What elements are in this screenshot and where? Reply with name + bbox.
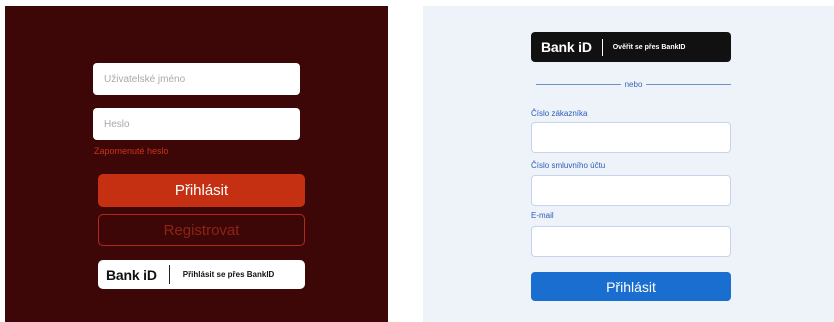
email-label: E-mail	[531, 211, 554, 220]
login-button[interactable]: Přihlásit	[531, 272, 731, 301]
light-login-panel: Bank iD Ověřit se přes BankID nebo Číslo…	[423, 6, 834, 322]
bankid-login-button[interactable]: Bank iD Přihlásit se přes BankID	[98, 260, 305, 289]
customer-number-input[interactable]	[531, 122, 731, 153]
bankid-verify-button[interactable]: Bank iD Ověřit se přes BankID	[531, 32, 731, 62]
bankid-logo: Bank iD	[541, 39, 592, 55]
separator-line-right	[646, 83, 732, 85]
bankid-divider	[168, 265, 170, 284]
password-placeholder: Heslo	[104, 118, 130, 130]
bankid-verify-label: Ověřit se přes BankID	[612, 43, 686, 51]
bankid-logo: Bank iD	[106, 266, 157, 283]
page: Uživatelské jméno Heslo Zapomenuté heslo…	[0, 0, 834, 322]
email-input[interactable]	[531, 226, 731, 257]
forgot-password-link[interactable]: Zapomenuté heslo	[94, 146, 169, 156]
separator-line-left	[536, 83, 621, 85]
login-button[interactable]: Přihlásit	[98, 174, 305, 207]
or-text: nebo	[624, 79, 643, 89]
username-placeholder: Uživatelské jméno	[104, 73, 186, 85]
contract-number-input[interactable]	[531, 175, 731, 206]
contract-number-label: Číslo smluvního účtu	[531, 161, 606, 170]
or-separator: nebo	[536, 78, 732, 90]
bankid-divider	[601, 38, 603, 56]
customer-number-label: Číslo zákazníka	[531, 109, 588, 118]
register-button[interactable]: Registrovat	[98, 214, 305, 246]
bankid-login-label: Přihlásit se přes BankID	[182, 270, 275, 279]
dark-login-panel: Uživatelské jméno Heslo Zapomenuté heslo…	[5, 6, 388, 322]
username-input[interactable]: Uživatelské jméno	[93, 63, 300, 95]
password-input[interactable]: Heslo	[93, 108, 300, 140]
